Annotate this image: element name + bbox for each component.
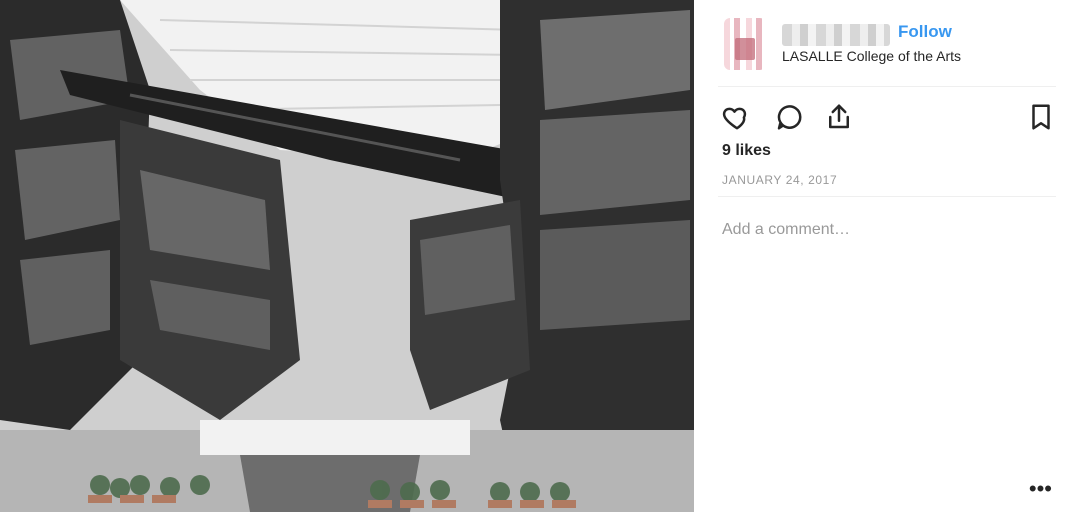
header-divider <box>718 86 1056 87</box>
comment-icon[interactable] <box>774 102 804 132</box>
post-sidebar: Follow LASALLE College of the Arts 9 lik… <box>694 0 1080 512</box>
post-location[interactable]: LASALLE College of the Arts <box>782 48 961 64</box>
share-icon[interactable] <box>824 102 854 132</box>
post-photo[interactable] <box>0 0 694 512</box>
building-photo <box>0 0 694 512</box>
comment-input[interactable] <box>722 218 1042 242</box>
post-date: JANUARY 24, 2017 <box>722 173 838 187</box>
heart-icon[interactable] <box>722 102 752 132</box>
post-header: Follow LASALLE College of the Arts <box>718 12 1056 76</box>
actions-divider <box>718 196 1056 197</box>
avatar[interactable] <box>724 18 766 70</box>
likes-count[interactable]: 9 likes <box>722 142 771 160</box>
follow-button[interactable]: Follow <box>898 22 952 42</box>
post-actions <box>718 96 1056 140</box>
more-options-icon[interactable]: ••• <box>1029 478 1052 500</box>
username-redacted[interactable] <box>782 24 890 46</box>
bookmark-icon[interactable] <box>1026 102 1056 132</box>
